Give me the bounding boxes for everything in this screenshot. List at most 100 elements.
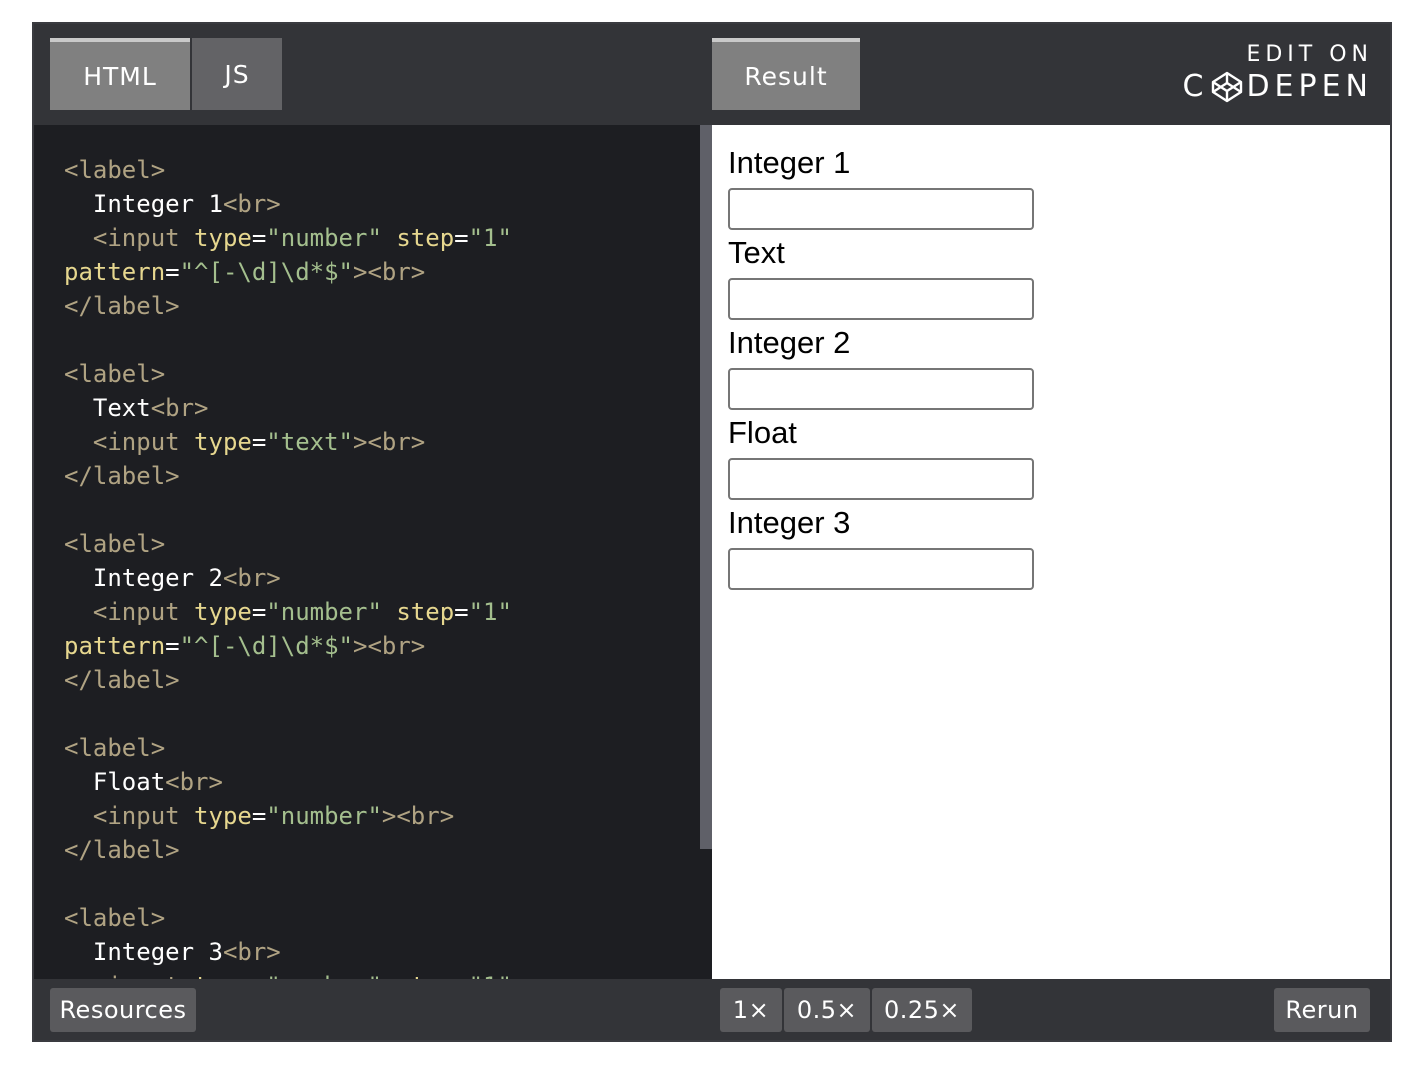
- code-token: pattern: [64, 258, 166, 286]
- code-token: "number": [266, 802, 382, 830]
- code-token: <label>: [64, 904, 166, 932]
- code-line: pattern="^[-\d]\d*$"><br>: [64, 258, 425, 286]
- code-token: <label>: [64, 530, 166, 558]
- result-preview: Integer 1 Text Integer 2 Float Integer 3: [712, 125, 1390, 979]
- code-token: =: [454, 598, 469, 626]
- code-token: step: [396, 598, 455, 626]
- text-input[interactable]: [728, 278, 1034, 320]
- code-token: <input: [64, 428, 195, 456]
- zoom-1x-button[interactable]: 1×: [720, 988, 782, 1032]
- code-line: <label>: [64, 530, 165, 558]
- code-token: "1": [468, 224, 512, 252]
- code-token: =: [165, 632, 180, 660]
- code-token: type: [194, 598, 252, 626]
- codepen-wordmark-rest: DEPEN: [1246, 69, 1373, 104]
- edit-on-codepen-link[interactable]: EDIT ON C DEPEN: [1168, 42, 1369, 104]
- top-bar: HTML JS Result EDIT ON C DEPEN: [34, 24, 1390, 125]
- integer-1-input[interactable]: [728, 188, 1034, 230]
- code-token: "^[-\d]\d*$": [179, 258, 353, 286]
- field-integer-3: Integer 3: [728, 505, 1034, 590]
- code-token: =: [454, 972, 468, 979]
- code-token: =: [251, 224, 267, 252]
- html-code-editor[interactable]: <label> Integer 1<br> <input type="numbe…: [34, 125, 700, 979]
- code-line: <label>: [64, 360, 165, 388]
- code-token: <br>: [222, 190, 281, 218]
- float-input[interactable]: [728, 458, 1034, 500]
- code-token: type: [194, 972, 252, 979]
- code-line: Float<br>: [64, 768, 223, 796]
- integer-3-input[interactable]: [728, 548, 1034, 590]
- code-line: Integer 2<br>: [64, 564, 281, 592]
- tab-html[interactable]: HTML: [50, 38, 190, 110]
- code-line: Text<br>: [64, 394, 209, 422]
- code-token: step: [396, 224, 455, 252]
- field-float: Float: [728, 415, 1034, 500]
- code-token: <input: [64, 802, 195, 830]
- tab-result[interactable]: Result: [712, 38, 860, 110]
- code-line: <input type="number" step="1": [64, 224, 512, 252]
- code-token: "text": [266, 428, 353, 456]
- code-line: Integer 1<br>: [64, 190, 281, 218]
- codepen-wordmark: C DEPEN: [1168, 69, 1373, 104]
- zoom-0.25x-button[interactable]: 0.25×: [872, 988, 972, 1032]
- code-block: <label> Integer 1<br> <input type="numbe…: [64, 153, 512, 979]
- codepen-embed: HTML JS Result EDIT ON C DEPEN <label> I…: [32, 22, 1392, 1042]
- code-token: =: [251, 428, 267, 456]
- field-label: Text: [728, 235, 785, 270]
- bottom-bar: Resources 1× 0.5× 0.25× Rerun: [34, 979, 1390, 1040]
- code-token: Float: [64, 768, 166, 796]
- code-token: <label>: [64, 734, 166, 762]
- code-token: type: [194, 802, 252, 830]
- code-token: </label>: [64, 666, 180, 694]
- code-line: </label>: [64, 666, 180, 694]
- code-token: <br>: [222, 564, 281, 592]
- code-line: <label>: [64, 156, 165, 184]
- code-token: step: [396, 972, 454, 979]
- field-label: Integer 2: [728, 325, 851, 360]
- field-label: Float: [728, 415, 797, 450]
- code-token: =: [251, 598, 267, 626]
- code-token: </label>: [64, 292, 180, 320]
- code-token: Integer 2: [64, 564, 223, 592]
- rerun-button[interactable]: Rerun: [1274, 988, 1370, 1032]
- field-integer-2: Integer 2: [728, 325, 1034, 410]
- resources-button[interactable]: Resources: [50, 988, 196, 1032]
- code-token: <br>: [150, 394, 209, 422]
- codepen-logo-icon: [1212, 71, 1243, 102]
- code-token: "1": [469, 972, 512, 979]
- code-token: "number": [266, 598, 382, 626]
- code-token: Integer 3: [64, 938, 223, 966]
- code-token: pattern: [64, 632, 166, 660]
- zoom-0.5x-button[interactable]: 0.5×: [784, 988, 870, 1032]
- code-scrollbar-thumb[interactable]: [700, 125, 712, 849]
- code-token: =: [165, 258, 180, 286]
- code-token: Integer 1: [64, 190, 223, 218]
- code-token: </label>: [64, 462, 180, 490]
- code-token: <label>: [64, 156, 166, 184]
- tab-js[interactable]: JS: [192, 38, 282, 110]
- code-token: "number": [266, 224, 382, 252]
- field-label: Integer 1: [728, 145, 851, 180]
- code-token: "^[-\d]\d*$": [179, 632, 353, 660]
- code-line: <input type="text"><br>: [64, 428, 425, 456]
- integer-2-input[interactable]: [728, 368, 1034, 410]
- code-token: ><br>: [353, 632, 426, 660]
- code-line: <input type="number" step="1": [64, 598, 512, 626]
- code-token: <br>: [222, 938, 281, 966]
- code-token: ><br>: [353, 258, 426, 286]
- field-label: Integer 3: [728, 505, 851, 540]
- code-line: <input type="number"><br>: [64, 802, 454, 830]
- code-token: "number": [266, 972, 382, 979]
- code-token: <br>: [165, 768, 223, 796]
- field-text: Text: [728, 235, 1034, 320]
- code-token: type: [194, 224, 252, 252]
- code-token: </label>: [64, 836, 180, 864]
- code-scrollbar[interactable]: [700, 125, 712, 979]
- code-token: =: [251, 802, 267, 830]
- code-token: =: [454, 224, 469, 252]
- code-token: Text: [64, 394, 151, 422]
- code-line: pattern="^[-\d]\d*$"><br>: [64, 632, 425, 660]
